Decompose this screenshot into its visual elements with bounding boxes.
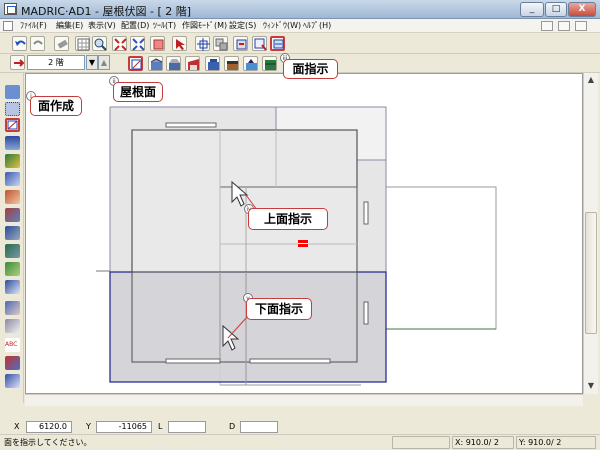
menu-view[interactable]: 表示(V)	[88, 20, 116, 31]
gutter-icon[interactable]	[5, 190, 20, 204]
callout-top-face-pick: 上面指示	[248, 208, 328, 230]
callout-face-pick: 面指示	[283, 59, 338, 79]
copy-icon[interactable]	[213, 36, 228, 51]
roof-shed-icon[interactable]	[185, 56, 200, 71]
coordinate-bar: X 6120.0 Y -11065 L D	[0, 420, 600, 434]
redo-icon[interactable]	[30, 36, 45, 51]
close-button[interactable]: X	[568, 2, 596, 17]
menu-place[interactable]: 配置(D)	[121, 20, 149, 31]
drawing-canvas[interactable]	[25, 73, 583, 394]
tree-icon[interactable]	[5, 262, 20, 276]
maximize-button[interactable]: □	[545, 2, 567, 17]
skylight-icon[interactable]	[5, 301, 20, 315]
dot-grid-icon[interactable]	[5, 102, 20, 116]
rect-icon[interactable]	[150, 36, 165, 51]
roof-line-icon[interactable]	[5, 85, 20, 99]
select-pointer-icon[interactable]	[172, 36, 187, 51]
text-abc-icon[interactable]: ABC	[5, 338, 20, 352]
roof-face-button[interactable]	[128, 56, 143, 71]
roof-face-selected-lower	[109, 271, 387, 383]
face-select-icon[interactable]	[252, 36, 267, 51]
chimney-icon[interactable]	[5, 280, 20, 294]
callout-roof-face: 屋根面	[113, 82, 163, 102]
valley-icon[interactable]	[5, 226, 20, 240]
vertical-scroll-thumb[interactable]	[585, 212, 597, 334]
zoom-icon[interactable]	[92, 36, 107, 51]
app-icon	[4, 3, 17, 15]
roof-flat-icon[interactable]	[224, 56, 239, 71]
x-coordinate-field[interactable]: 6120.0	[26, 421, 72, 433]
floor-up-button[interactable]: ▲	[98, 55, 110, 70]
doc-close-button[interactable]	[575, 21, 587, 31]
menu-tool[interactable]: ﾂｰﾙ(T)	[153, 20, 176, 31]
direction-field[interactable]	[240, 421, 278, 433]
doc-restore-button[interactable]	[558, 21, 570, 31]
x-label: X	[14, 422, 20, 431]
hip-icon[interactable]	[5, 244, 20, 258]
zoom-area-icon[interactable]	[130, 36, 145, 51]
length-field[interactable]	[168, 421, 206, 433]
undo-icon[interactable]	[12, 36, 27, 51]
menu-edit[interactable]: 編集(E)	[56, 20, 83, 31]
face-create-button[interactable]	[5, 118, 20, 132]
y-label: Y	[86, 422, 91, 431]
roof-gable-icon[interactable]	[148, 56, 163, 71]
dimension-icon[interactable]	[5, 319, 20, 333]
slope-icon[interactable]	[5, 154, 20, 168]
menu-settings[interactable]: 設定(S)	[229, 20, 256, 31]
callout-bottom-face-pick: 下面指示	[246, 298, 312, 320]
document-icon[interactable]	[3, 21, 13, 31]
window-title: MADRIC·AD1 - 屋根伏図 - [ 2 階]	[21, 5, 192, 18]
title-bar: MADRIC·AD1 - 屋根伏図 - [ 2 階] _ □ X	[0, 0, 600, 19]
horizontal-scrollbar[interactable]	[25, 394, 583, 406]
ridge-icon[interactable]	[5, 208, 20, 222]
status-panel-blank	[392, 436, 450, 449]
zoom-fit-icon[interactable]	[112, 36, 127, 51]
eraser-icon[interactable]	[54, 36, 69, 51]
left-toolbar: ABC	[0, 73, 24, 403]
scroll-down-icon[interactable]: ▼	[584, 379, 598, 393]
callout-face-create: 面作成	[30, 96, 82, 116]
eave-icon[interactable]	[5, 172, 20, 186]
roof-plan-drawing	[96, 106, 497, 386]
status-y-info: Y: 910.0/ 2	[516, 436, 596, 449]
main-toolbar	[0, 34, 600, 54]
floor-switch-icon[interactable]	[10, 55, 25, 70]
menu-mode[interactable]: 作図ﾓｰﾄﾞ(M)	[182, 20, 227, 31]
l-label: L	[158, 422, 163, 431]
house-icon[interactable]	[5, 374, 20, 388]
status-bar: 面を指示してください。 X: 910.0/ 2 Y: 910.0/ 2	[0, 434, 600, 450]
symbol-icon[interactable]	[5, 356, 20, 370]
roof-panel-icon[interactable]	[262, 56, 277, 71]
status-x-info: X: 910.0/ 2	[452, 436, 514, 449]
move-icon[interactable]	[233, 36, 248, 51]
roof-dormer-icon[interactable]	[243, 56, 258, 71]
doc-minimize-button[interactable]	[541, 21, 553, 31]
menu-file[interactable]: ﾌｧｲﾙ(F)	[20, 20, 47, 31]
vertical-scrollbar[interactable]: ▲ ▼	[583, 73, 598, 394]
roof-mansard-icon[interactable]	[205, 56, 220, 71]
minimize-button[interactable]: _	[520, 2, 544, 17]
scroll-up-icon[interactable]: ▲	[584, 73, 598, 87]
floor-select[interactable]: 2 階	[27, 55, 85, 70]
menu-window[interactable]: ｳｨﾝﾄﾞｳ(W)	[263, 20, 301, 31]
menu-bar: ﾌｧｲﾙ(F) 編集(E) 表示(V) 配置(D) ﾂｰﾙ(T) 作図ﾓｰﾄﾞ(…	[0, 19, 600, 33]
roof-hip-icon[interactable]	[166, 56, 181, 71]
grid-icon[interactable]	[75, 36, 90, 51]
crosshair-icon[interactable]	[195, 36, 210, 51]
status-message: 面を指示してください。	[4, 438, 92, 447]
menu-help[interactable]: ﾍﾙﾌﾟ(H)	[303, 20, 331, 31]
y-coordinate-field[interactable]: -11065	[96, 421, 152, 433]
face-pick-button[interactable]	[270, 36, 285, 51]
d-label: D	[229, 422, 236, 431]
roof-layer-icon[interactable]	[5, 136, 20, 150]
floor-down-button[interactable]: ▼	[86, 55, 98, 70]
